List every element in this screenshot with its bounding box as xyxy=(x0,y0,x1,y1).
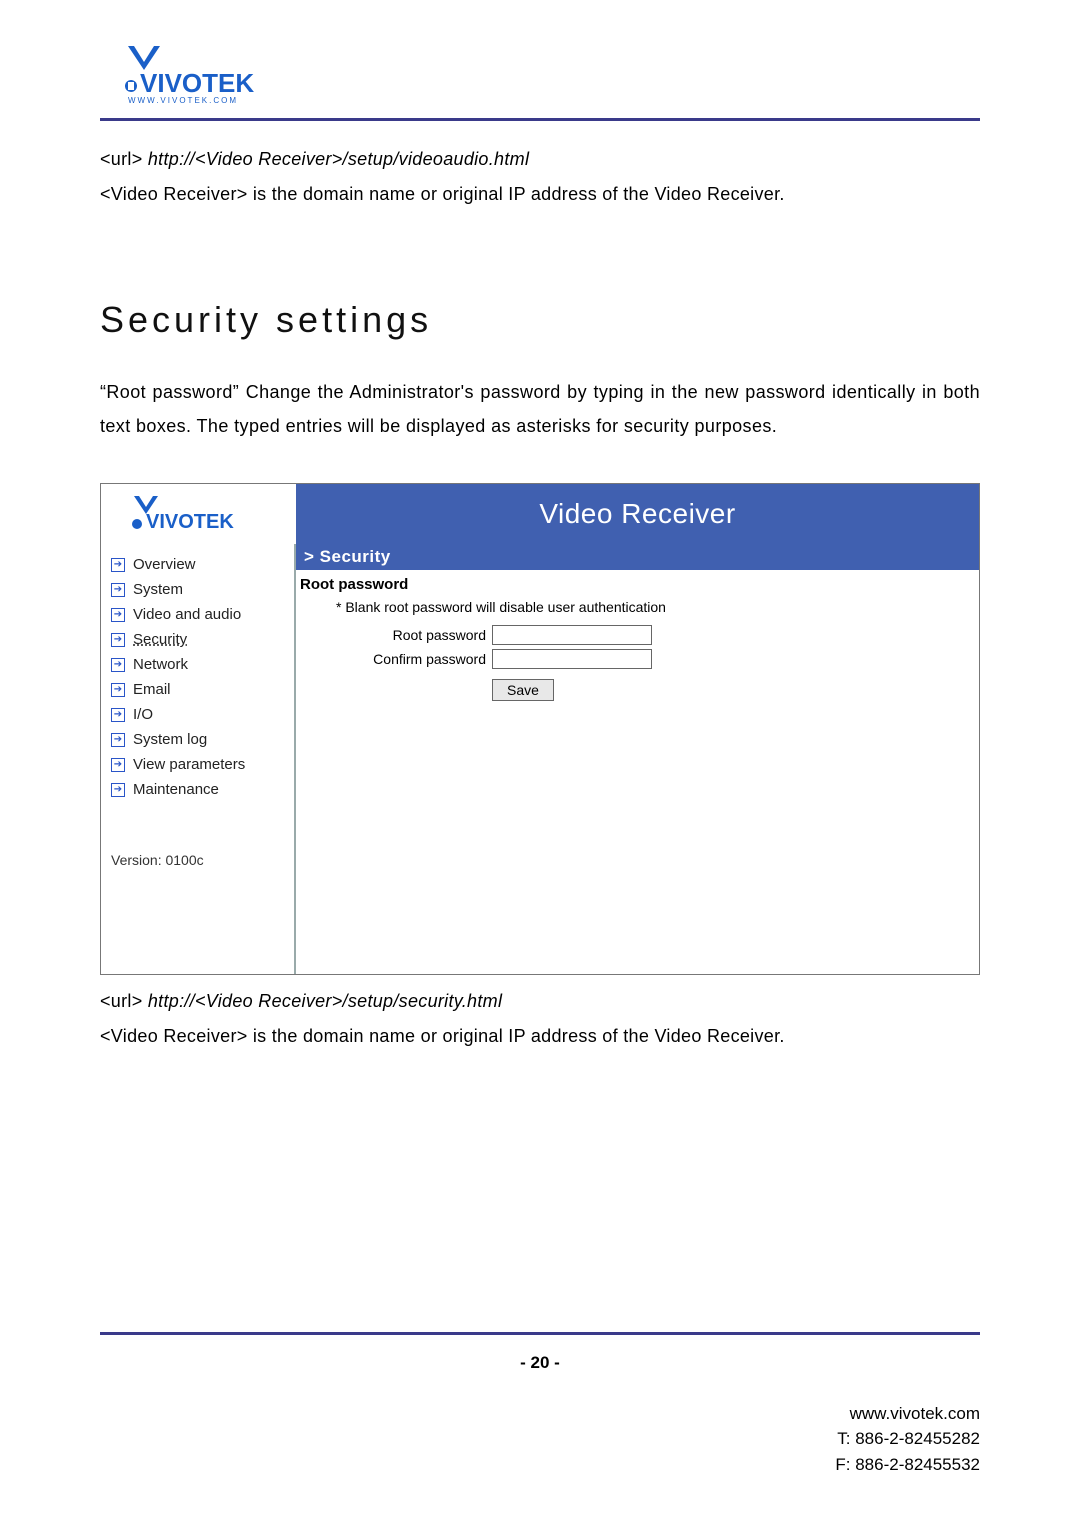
sidebar-item-email[interactable]: ➔ Email xyxy=(101,677,294,702)
footer-contact: www.vivotek.com T: 886-2-82455282 F: 886… xyxy=(100,1401,980,1478)
ui-screenshot: VIVOTEK Video Receiver ➔ Overview ➔ Syst… xyxy=(100,483,980,975)
sidebar-item-label: I/O xyxy=(133,706,153,723)
sidebar-item-label: Video and audio xyxy=(133,606,241,623)
sidebar-item-system[interactable]: ➔ System xyxy=(101,577,294,602)
ui-brand-logo: VIVOTEK xyxy=(101,492,296,536)
divider-footer xyxy=(100,1332,980,1335)
footer-tel: T: 886-2-82455282 xyxy=(100,1426,980,1452)
sidebar-item-network[interactable]: ➔ Network xyxy=(101,652,294,677)
url-line-bottom: <url> http://<Video Receiver>/setup/secu… xyxy=(100,991,980,1012)
svg-text:WWW.VIVOTEK.COM: WWW.VIVOTEK.COM xyxy=(128,96,238,105)
sidebar-item-label: Maintenance xyxy=(133,781,219,798)
url-path-top: http://<Video Receiver>/setup/videoaudio… xyxy=(148,149,529,169)
sidebar-item-label: View parameters xyxy=(133,756,245,773)
sidebar-item-maintenance[interactable]: ➔ Maintenance xyxy=(101,777,294,802)
confirm-password-input[interactable] xyxy=(492,649,652,669)
desc-bottom: <Video Receiver> is the domain name or o… xyxy=(100,1022,980,1051)
password-hint: * Blank root password will disable user … xyxy=(296,597,979,623)
version-text: Version: 0100c xyxy=(101,802,294,882)
svg-text:VIVOTEK: VIVOTEK xyxy=(140,68,254,98)
url-label-top: <url> xyxy=(100,149,143,169)
arrow-right-icon: ➔ xyxy=(111,583,125,597)
root-password-label: Root password xyxy=(296,627,492,643)
sidebar-item-view-parameters[interactable]: ➔ View parameters xyxy=(101,752,294,777)
breadcrumb: > Security xyxy=(296,544,979,570)
url-line-top: <url> http://<Video Receiver>/setup/vide… xyxy=(100,149,980,170)
sidebar-item-label: System xyxy=(133,581,183,598)
footer-fax: F: 886-2-82455532 xyxy=(100,1452,980,1478)
arrow-right-icon: ➔ xyxy=(111,658,125,672)
arrow-right-icon: ➔ xyxy=(111,683,125,697)
ui-header-title: Video Receiver xyxy=(296,484,979,544)
panel-title: Root password xyxy=(296,570,979,597)
brand-logo-top: VIVOTEK WWW.VIVOTEK.COM xyxy=(100,40,980,106)
confirm-password-label: Confirm password xyxy=(296,651,492,667)
sidebar-item-label: Overview xyxy=(133,556,196,573)
footer-website: www.vivotek.com xyxy=(100,1401,980,1427)
sidebar-item-io[interactable]: ➔ I/O xyxy=(101,702,294,727)
url-label-bottom: <url> xyxy=(100,991,143,1011)
arrow-right-icon: ➔ xyxy=(111,608,125,622)
sidebar-item-system-log[interactable]: ➔ System log xyxy=(101,727,294,752)
section-heading: Security settings xyxy=(100,299,980,341)
sidebar-item-overview[interactable]: ➔ Overview xyxy=(101,552,294,577)
arrow-right-icon: ➔ xyxy=(111,758,125,772)
root-password-input[interactable] xyxy=(492,625,652,645)
sidebar-item-security[interactable]: ➔ Security xyxy=(101,627,294,652)
svg-text:VIVOTEK: VIVOTEK xyxy=(146,511,234,533)
url-path-bottom: http://<Video Receiver>/setup/security.h… xyxy=(148,991,502,1011)
divider-top xyxy=(100,118,980,121)
desc-top: <Video Receiver> is the domain name or o… xyxy=(100,180,980,209)
arrow-right-icon: ➔ xyxy=(111,708,125,722)
arrow-right-icon: ➔ xyxy=(111,733,125,747)
sidebar-item-label: Security xyxy=(133,631,187,648)
ui-sidebar: ➔ Overview ➔ System ➔ Video and audio ➔ … xyxy=(101,544,296,974)
sidebar-item-label: System log xyxy=(133,731,207,748)
arrow-right-icon: ➔ xyxy=(111,558,125,572)
arrow-right-icon: ➔ xyxy=(111,633,125,647)
sidebar-item-video-audio[interactable]: ➔ Video and audio xyxy=(101,602,294,627)
section-body: “Root password” Change the Administrator… xyxy=(100,375,980,443)
save-button[interactable]: Save xyxy=(492,679,554,701)
sidebar-item-label: Network xyxy=(133,656,188,673)
page-number: - 20 - xyxy=(100,1353,980,1373)
ui-main: > Security Root password * Blank root pa… xyxy=(296,544,979,974)
arrow-right-icon: ➔ xyxy=(111,783,125,797)
sidebar-item-label: Email xyxy=(133,681,171,698)
